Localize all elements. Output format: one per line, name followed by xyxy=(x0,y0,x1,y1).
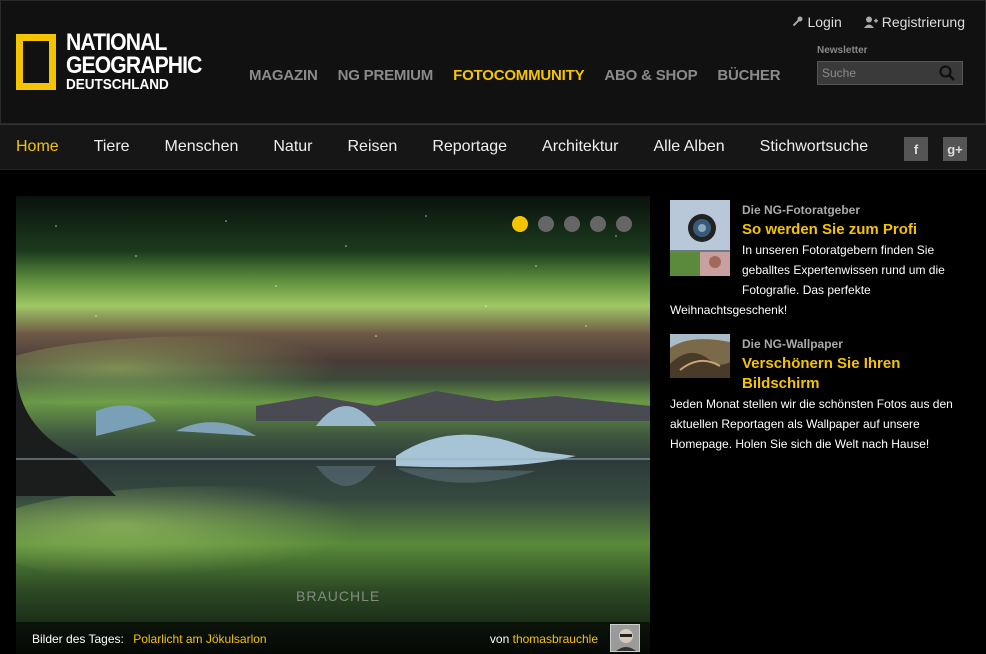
teaser-fotoratgeber[interactable]: Die NG-Fotoratgeber So werden Sie zum Pr… xyxy=(670,200,970,330)
slide-caption: Bilder des Tages: Polarlicht am Jökulsar… xyxy=(16,622,650,654)
top-navigation: MAGAZIN NG PREMIUM FOTOCOMMUNITY ABO & S… xyxy=(249,67,800,84)
user-links: Login Registrierung xyxy=(791,14,965,30)
catnav-alle-alben[interactable]: Alle Alben xyxy=(654,138,725,156)
logo-line-2: GEOGRAPHIC xyxy=(66,51,202,79)
landscape-wallpaper-icon xyxy=(670,334,730,378)
teaser-thumbnail[interactable] xyxy=(670,334,730,384)
register-link[interactable]: Registrierung xyxy=(863,14,965,30)
login-link[interactable]: Login xyxy=(791,14,842,30)
topnav-buecher[interactable]: BÜCHER xyxy=(717,67,780,84)
search-button[interactable] xyxy=(934,62,960,84)
teaser-thumbnail[interactable] xyxy=(670,200,730,282)
slider-pagination xyxy=(512,216,632,232)
logo-yellow-frame-icon xyxy=(16,33,56,90)
key-icon xyxy=(793,16,803,27)
site-header: NATIONAL GEOGRAPHIC DEUTSCHLAND MAGAZIN … xyxy=(0,0,986,124)
slider-dot-1[interactable] xyxy=(512,216,528,232)
catnav-tiere[interactable]: Tiere xyxy=(94,138,130,156)
sidebar-teasers: Die NG-Fotoratgeber So werden Sie zum Pr… xyxy=(670,200,970,454)
caption-title-link[interactable]: Polarlicht am Jökulsarlon xyxy=(133,632,266,646)
google-plus-icon[interactable]: g+ xyxy=(943,137,967,161)
photo-watermark: BRAUCHLE xyxy=(296,588,381,604)
avatar[interactable] xyxy=(610,624,640,652)
author-avatar-icon xyxy=(611,625,639,651)
aurora-photo xyxy=(16,196,650,654)
catnav-architektur[interactable]: Architektur xyxy=(542,138,618,156)
photo-slider[interactable]: BRAUCHLE Bilder des Tages: Polarlicht am… xyxy=(16,196,650,654)
search-box xyxy=(817,61,963,85)
search-icon xyxy=(939,65,955,81)
camera-photographer-icon xyxy=(670,200,730,276)
add-user-icon xyxy=(863,16,878,28)
slider-dot-4[interactable] xyxy=(590,216,606,232)
register-label: Registrierung xyxy=(881,14,965,30)
author-link[interactable]: thomasbrauchle xyxy=(513,632,598,646)
teaser-body: Jeden Monat stellen wir die schönsten Fo… xyxy=(670,397,953,451)
login-label: Login xyxy=(807,14,842,30)
topnav-magazin[interactable]: MAGAZIN xyxy=(249,67,318,84)
search-input[interactable] xyxy=(818,66,934,80)
catnav-stichwortsuche[interactable]: Stichwortsuche xyxy=(760,138,869,156)
caption-prefix: Bilder des Tages: xyxy=(32,632,124,646)
catnav-natur[interactable]: Natur xyxy=(273,138,312,156)
facebook-icon[interactable]: f xyxy=(904,137,928,161)
teaser-wallpaper[interactable]: Die NG-Wallpaper Verschönern Sie Ihren B… xyxy=(670,334,970,454)
logo-line-3: DEUTSCHLAND xyxy=(66,75,169,93)
catnav-reisen[interactable]: Reisen xyxy=(348,138,398,156)
category-navigation: Home Tiere Menschen Natur Reisen Reporta… xyxy=(0,124,986,170)
site-logo[interactable]: NATIONAL GEOGRAPHIC DEUTSCHLAND xyxy=(16,31,220,93)
catnav-menschen[interactable]: Menschen xyxy=(165,138,239,156)
newsletter-label: Newsletter xyxy=(817,45,868,56)
catnav-home[interactable]: Home xyxy=(16,138,59,156)
slider-dot-2[interactable] xyxy=(538,216,554,232)
topnav-ng-premium[interactable]: NG PREMIUM xyxy=(338,67,434,84)
slider-dot-3[interactable] xyxy=(564,216,580,232)
slider-dot-5[interactable] xyxy=(616,216,632,232)
caption-by-prefix: von xyxy=(489,632,510,646)
topnav-abo-shop[interactable]: ABO & SHOP xyxy=(604,67,697,84)
catnav-reportage[interactable]: Reportage xyxy=(432,138,507,156)
topnav-fotocommunity[interactable]: FOTOCOMMUNITY xyxy=(453,67,584,84)
